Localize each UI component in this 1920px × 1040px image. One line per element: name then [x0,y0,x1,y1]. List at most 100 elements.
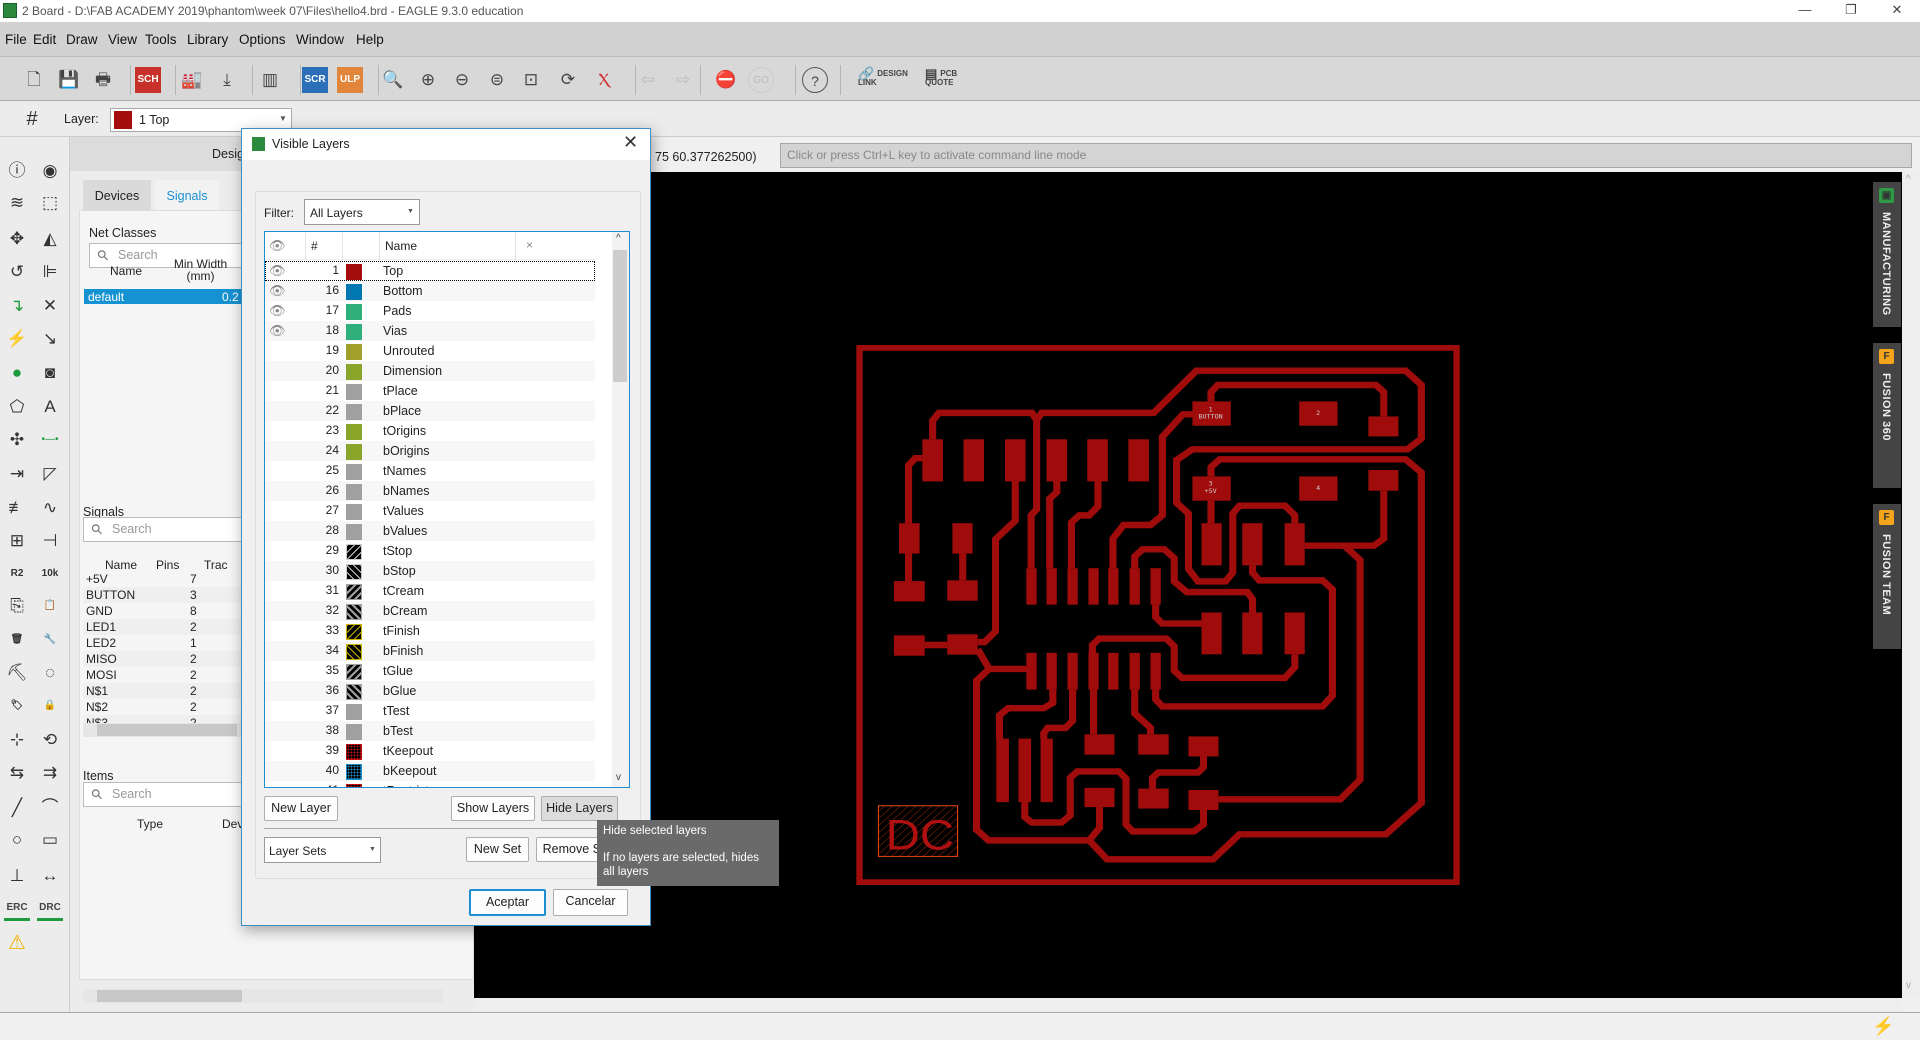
menu-view[interactable]: View [108,32,137,47]
minimize-button[interactable]: — [1782,0,1828,22]
layer-row[interactable]: 39 tKeepout [265,741,595,761]
canvas-vscrollbar[interactable]: ^ v [1902,172,1920,998]
menu-edit[interactable]: Edit [33,32,56,47]
clear-column-icon[interactable]: × [526,238,533,252]
layer-row[interactable]: 30 bStop [265,561,595,581]
filter-select[interactable]: All Layers ▼ [304,199,420,225]
sch-brd-switch-icon[interactable]: SCH [135,67,161,93]
split-icon[interactable]: ⇉ [37,760,63,786]
layer-color-swatch[interactable] [346,724,362,740]
layer-color-swatch[interactable] [346,644,362,660]
col-traces[interactable]: Trac [204,558,228,572]
tab-devices[interactable]: Devices [83,180,151,212]
design-link-button[interactable]: 🔗 DESIGN LINK [858,67,918,87]
layer-color-swatch[interactable] [346,764,362,780]
close-window-button[interactable]: ✕ [1874,0,1920,22]
lock-icon[interactable]: 🔒 [37,693,63,719]
delete-icon[interactable]: 🗑 [4,627,30,653]
col-pins[interactable]: Pins [156,558,179,572]
layer-row[interactable]: 29 tStop [265,541,595,561]
show-icon[interactable]: ◉ [37,158,63,184]
value-icon[interactable]: 10k [37,561,63,587]
dimension-icon[interactable]: ↔ [37,863,63,889]
polygon-icon[interactable]: ⬠ [4,394,30,420]
undo-icon[interactable]: ⇦ [635,67,661,93]
mirror-icon[interactable]: ◭ [37,226,63,252]
eye-icon[interactable]: 👁 [269,283,286,299]
layer-color-swatch[interactable] [346,624,362,640]
layer-color-swatch[interactable] [346,264,362,280]
chevron-up-icon[interactable]: ^ [1906,174,1911,185]
layer-color-swatch[interactable] [346,584,362,600]
menu-draw[interactable]: Draw [66,32,98,47]
tag-icon[interactable]: 🏷 [4,693,30,719]
chevron-down-icon[interactable]: v [1906,980,1911,991]
layer-row[interactable]: 40 bKeepout [265,761,595,781]
ripup-icon[interactable]: ✕ [37,293,63,319]
meander-icon[interactable]: ∿ [37,495,63,521]
replace-icon[interactable]: ⟲ [37,727,63,753]
layer-color-swatch[interactable] [346,524,362,540]
hole-icon[interactable]: ◙ [37,360,63,386]
items-hscrollbar[interactable] [83,989,443,1003]
ulp-icon[interactable]: ULP [337,67,363,93]
arc-icon[interactable]: ⌒ [37,795,63,821]
layer-row[interactable]: 👁 16 Bottom [265,281,595,301]
layer-color-swatch[interactable] [346,284,362,300]
ok-button[interactable]: Aceptar [469,889,546,916]
hide-layers-button[interactable]: Hide Layers [541,796,618,821]
layer-color-swatch[interactable] [346,744,362,760]
info-icon[interactable]: ⓘ [4,158,30,184]
layer-row[interactable]: 26 bNames [265,481,595,501]
col-name[interactable]: Name [110,264,142,278]
scroll-thumb[interactable] [613,250,627,382]
layer-row[interactable]: 36 bGlue [265,681,595,701]
cancel-button[interactable]: Cancelar [553,889,628,916]
layer-row[interactable]: 35 tGlue [265,661,595,681]
print-icon[interactable]: 🖶 [90,67,116,93]
dialog-title-bar[interactable]: Visible Layers ✕ [242,129,650,160]
eye-icon[interactable]: 👁 [269,263,286,279]
layer-row[interactable]: 👁 18 Vias [265,321,595,341]
go-icon[interactable]: GO [748,67,774,93]
layer-row[interactable]: 👁 1 Top [265,261,595,281]
paste-icon[interactable]: 📋 [37,593,63,619]
side-tab-fusion-360[interactable]: F FUSION 360 [1873,343,1901,488]
layer-color-swatch[interactable] [346,664,362,680]
canvas-hscrollbar[interactable] [474,998,1902,1012]
drc-icon[interactable]: DRC [37,895,63,921]
add-symbol-icon[interactable]: ⊣ [37,528,63,554]
rectangle-icon[interactable]: ▭ [37,827,63,853]
chevron-up-icon[interactable]: ^ [616,233,621,244]
layer-color-swatch[interactable] [346,344,362,360]
wrench-icon[interactable]: 🔧 [37,627,63,653]
align-icon[interactable]: ⊫ [37,259,63,285]
col-signal-name[interactable]: Name [105,558,137,572]
new-set-button[interactable]: New Set [466,837,529,862]
menu-library[interactable]: Library [187,32,228,47]
airwire-icon[interactable]: ✣ [4,427,30,453]
layer-row[interactable]: 23 tOrigins [265,421,595,441]
autorouter-icon[interactable]: ⚡ [4,326,30,352]
refresh-icon[interactable]: ⟳ [555,67,581,93]
mark-icon[interactable]: ⊥ [4,863,30,889]
menu-window[interactable]: Window [296,32,344,47]
layer-row[interactable]: 41 tRestrict [265,781,595,787]
zoom-select-icon[interactable]: ⊡ [518,67,544,93]
col-type[interactable]: Type [137,817,163,831]
show-layers-button[interactable]: Show Layers [451,796,535,821]
layer-color-swatch[interactable] [346,504,362,520]
library-icon[interactable]: ▥ [257,67,283,93]
layer-row[interactable]: 37 tTest [265,701,595,721]
side-tab-manufacturing[interactable]: ▣ MANUFACTURING [1873,182,1901,327]
grid-icon[interactable]: # [19,106,45,132]
slice-icon[interactable]: ⇥ [4,461,30,487]
redo-icon[interactable]: ⇨ [670,67,696,93]
zoom-out-icon[interactable]: ⊖ [449,67,475,93]
script-icon[interactable]: SCR [302,67,328,93]
zoom-fit-icon[interactable]: 🔍 [380,67,406,93]
eye-icon[interactable]: 👁 [269,238,286,254]
layer-color-swatch[interactable] [346,544,362,560]
save-icon[interactable]: 💾 [56,67,82,93]
layer-color-swatch[interactable] [346,404,362,420]
